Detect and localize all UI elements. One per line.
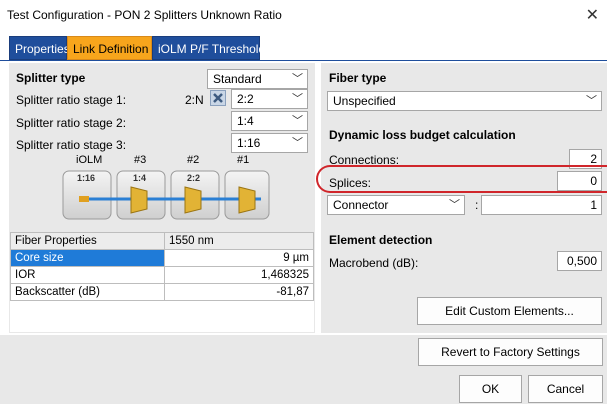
- fiber-type-select[interactable]: Unspecified ﹀: [327, 91, 602, 111]
- macrobend-input[interactable]: 0,500: [557, 251, 602, 271]
- tab-properties[interactable]: Properties: [9, 36, 70, 60]
- table-header-cell: 1550 nm: [164, 232, 314, 250]
- element-separator: :: [475, 198, 479, 212]
- right-pane: Fiber type Unspecified ﹀ Dynamic loss bu…: [321, 63, 607, 333]
- diagram-label-1: #1: [237, 154, 250, 166]
- diagram-splitter-3: 1:16: [77, 173, 96, 183]
- diagram-label-iolm: iOLM: [76, 154, 103, 166]
- macrobend-label: Macrobend (dB):: [329, 256, 419, 270]
- chevron-down-icon: ﹀: [292, 73, 303, 85]
- button-bar: Revert to Factory Settings OK Cancel: [0, 335, 607, 404]
- diagram-label-2: #2: [187, 154, 200, 166]
- row-value: -81,87: [164, 283, 314, 301]
- table-header-cell: Fiber Properties: [10, 232, 165, 250]
- window-title: Test Configuration - PON 2 Splitters Unk…: [7, 8, 282, 22]
- table-row[interactable]: IOR 1,468325: [10, 266, 314, 284]
- left-pane: Splitter type Standard ﹀ Splitter ratio …: [9, 63, 315, 333]
- splitter-type-heading: Splitter type: [16, 71, 86, 85]
- stage1-label: Splitter ratio stage 1:: [16, 93, 127, 107]
- title-bar: Test Configuration - PON 2 Splitters Unk…: [0, 0, 607, 30]
- element-type-value: Connector: [333, 198, 389, 212]
- row-name: Backscatter (dB): [10, 283, 165, 301]
- chevron-down-icon: ﹀: [292, 137, 303, 149]
- stage1-prefix: 2:N: [185, 93, 204, 107]
- row-name: IOR: [10, 266, 165, 284]
- stage3-select[interactable]: 1:16 ﹀: [231, 133, 308, 153]
- splitter-type-value: Standard: [213, 72, 262, 86]
- chevron-down-icon: ﹀: [586, 95, 597, 107]
- x-icon: [213, 93, 223, 103]
- stage2-value: 1:4: [237, 114, 254, 128]
- cancel-button[interactable]: Cancel: [528, 375, 603, 403]
- row-value: 1,468325: [164, 266, 314, 284]
- stage3-value: 1:16: [237, 136, 261, 150]
- stage1-value: 2:2: [237, 92, 254, 106]
- tab-link-definition[interactable]: Link Definition: [67, 36, 152, 60]
- diagram-splitter-2: 1:4: [133, 173, 147, 183]
- row-value: 9 µm: [164, 249, 314, 267]
- chevron-down-icon: ﹀: [292, 93, 303, 105]
- revert-factory-button[interactable]: Revert to Factory Settings: [418, 338, 603, 366]
- fiber-type-heading: Fiber type: [329, 71, 387, 85]
- element-detection-heading: Element detection: [329, 233, 433, 247]
- table-row[interactable]: Core size 9 µm: [10, 249, 314, 267]
- clear-stage1-button[interactable]: [210, 90, 226, 106]
- stage2-select[interactable]: 1:4 ﹀: [231, 111, 308, 131]
- chevron-down-icon: ﹀: [449, 199, 460, 211]
- loss-budget-heading: Dynamic loss budget calculation: [329, 128, 516, 142]
- fiber-type-value: Unspecified: [333, 94, 396, 108]
- diagram-splitter-1: 2:2: [187, 173, 201, 183]
- fiber-properties-area: Fiber Properties 1550 nm Core size 9 µm …: [10, 232, 314, 332]
- table-header-row: Fiber Properties 1550 nm: [10, 232, 314, 250]
- stage2-label: Splitter ratio stage 2:: [16, 116, 127, 130]
- tab-iolm-thresholds[interactable]: iOLM P/F Thresholds: [152, 36, 271, 60]
- stage1-select[interactable]: 2:2 ﹀: [231, 89, 308, 109]
- element-count-input[interactable]: 1: [481, 195, 602, 215]
- highlight-ellipse: [316, 165, 607, 193]
- diagram-label-3: #3: [134, 154, 147, 166]
- chevron-down-icon: ﹀: [292, 115, 303, 127]
- element-type-select[interactable]: Connector ﹀: [327, 195, 465, 215]
- edit-custom-elements-button[interactable]: Edit Custom Elements...: [417, 297, 602, 325]
- row-name: Core size: [10, 249, 165, 267]
- splitter-type-select[interactable]: Standard ﹀: [207, 69, 308, 89]
- ok-button[interactable]: OK: [459, 375, 522, 403]
- stage3-label: Splitter ratio stage 3:: [16, 138, 127, 152]
- tab-divider: [0, 60, 607, 61]
- fiber-properties-table: Fiber Properties 1550 nm Core size 9 µm …: [10, 232, 314, 301]
- close-icon[interactable]: ✕: [586, 5, 599, 25]
- table-row[interactable]: Backscatter (dB) -81,87: [10, 283, 314, 301]
